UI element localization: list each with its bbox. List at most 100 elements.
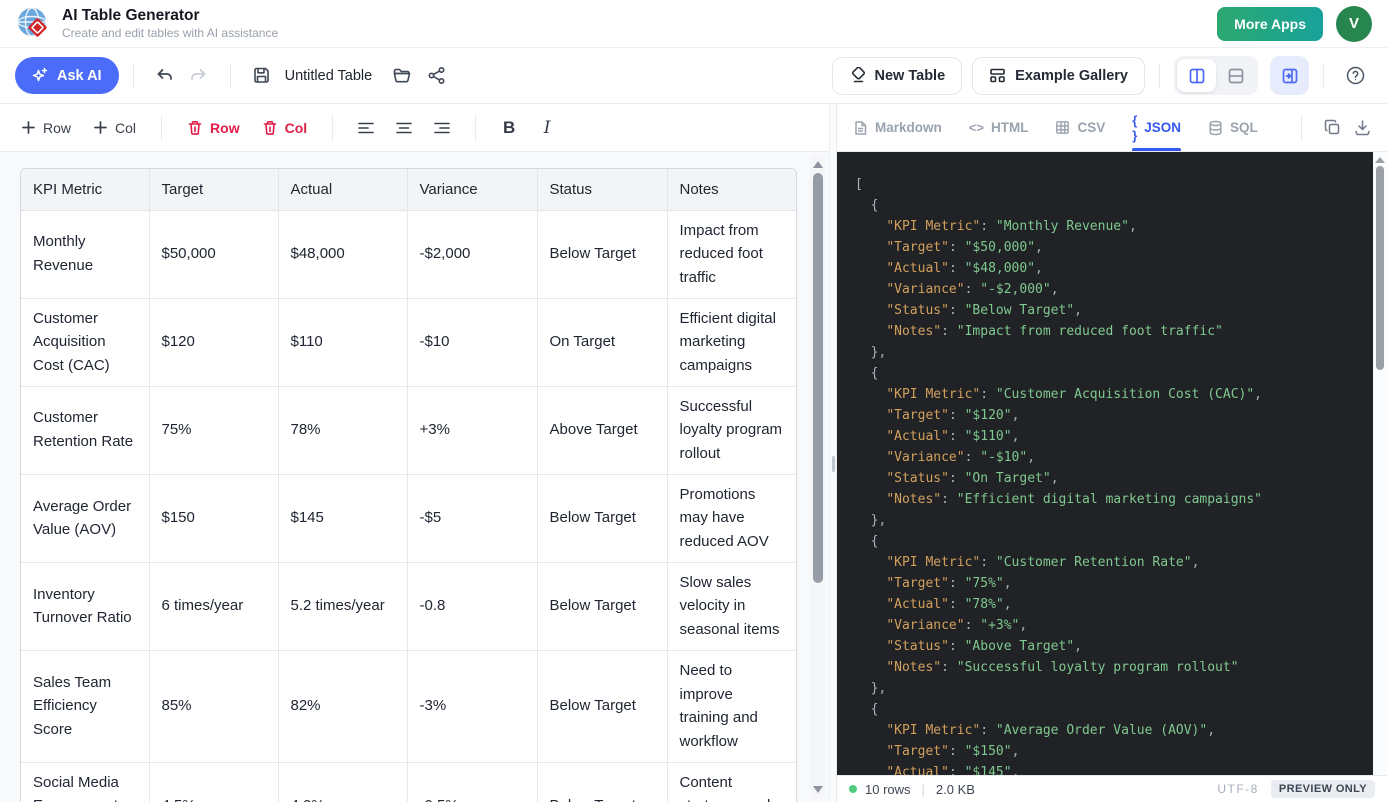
table-cell[interactable]: On Target [537,298,667,386]
table-cell[interactable]: Customer Retention Rate [21,386,149,474]
row-count: 10 rows [865,782,911,797]
column-header[interactable]: Target [149,169,278,210]
table-cell[interactable]: -$2,000 [407,210,537,298]
copy-button[interactable] [1318,113,1348,143]
table-cell[interactable]: -0.8 [407,562,537,650]
status-right-group: UTF-8 PREVIEW ONLY [1217,780,1375,798]
table-cell[interactable]: Below Target [537,562,667,650]
user-avatar[interactable]: V [1336,6,1372,42]
example-gallery-button[interactable]: Example Gallery [972,57,1145,95]
code-line: }, [855,342,1357,363]
app-title-block: AI Table Generator Create and edit table… [62,7,278,41]
table-cell[interactable]: 4.5% [149,762,278,802]
italic-button[interactable]: I [528,111,566,145]
table-cell[interactable]: Below Target [537,474,667,562]
table-cell[interactable]: $50,000 [149,210,278,298]
table-cell[interactable]: +3% [407,386,537,474]
tab-html[interactable]: <> HTML [969,104,1029,151]
table-cell[interactable]: Average Order Value (AOV) [21,474,149,562]
table-cell[interactable]: Social Media Engagement Rate [21,762,149,802]
download-button[interactable] [1348,113,1378,143]
column-header[interactable]: KPI Metric [21,169,149,210]
delete-row-button[interactable]: Row [176,114,251,142]
json-code: [ { "KPI Metric": "Monthly Revenue", "Ta… [855,174,1357,775]
add-col-button[interactable]: Col [82,114,147,142]
code-line: "KPI Metric": "Average Order Value (AOV)… [855,720,1357,741]
split-vertical-toggle[interactable] [1177,59,1216,92]
app-subtitle: Create and edit tables with AI assistanc… [62,26,278,40]
table-cell[interactable]: Sales Team Efficiency Score [21,650,149,762]
table-cell[interactable]: Above Target [537,386,667,474]
align-left-button[interactable] [347,111,385,145]
table-cell[interactable]: $120 [149,298,278,386]
tab-markdown[interactable]: Markdown [853,104,942,151]
table-cell[interactable]: Need to improve training and workflow [667,650,797,762]
table-cell[interactable]: -$5 [407,474,537,562]
table-cell[interactable]: Efficient digital marketing campaigns [667,298,797,386]
code-line: { [855,699,1357,720]
column-header[interactable]: Status [537,169,667,210]
table-cell[interactable]: $110 [278,298,407,386]
scroll-down-arrow[interactable] [813,786,823,793]
collapse-panel-button[interactable] [1270,56,1309,95]
table-cell[interactable]: Below Target [537,650,667,762]
table-cell[interactable]: Promotions may have reduced AOV [667,474,797,562]
split-horizontal-toggle[interactable] [1216,59,1255,92]
scroll-up-arrow[interactable] [1375,157,1385,163]
table-editor-panel: Row Col Row [0,104,829,802]
column-header[interactable]: Actual [278,169,407,210]
code-line: "Variance": "-$10", [855,447,1357,468]
table-cell[interactable]: $150 [149,474,278,562]
more-apps-button[interactable]: More Apps [1217,7,1323,41]
open-folder-button[interactable] [385,59,419,93]
table-cell[interactable]: Customer Acquisition Cost (CAC) [21,298,149,386]
table-cell[interactable]: Inventory Turnover Ratio [21,562,149,650]
table-cell[interactable]: 82% [278,650,407,762]
table-cell[interactable]: -0.5% [407,762,537,802]
table-row: Inventory Turnover Ratio6 times/year5.2 … [21,562,797,650]
tab-csv[interactable]: CSV [1055,104,1105,151]
table-cell[interactable]: -3% [407,650,537,762]
table-cell[interactable]: 78% [278,386,407,474]
tab-sql[interactable]: SQL [1208,104,1258,151]
table-cell[interactable]: $48,000 [278,210,407,298]
align-right-button[interactable] [423,111,461,145]
share-icon-button[interactable] [419,59,453,93]
table-cell[interactable]: Content strategy needs refinement [667,762,797,802]
ask-ai-button[interactable]: Ask AI [15,57,119,94]
table-cell[interactable]: Impact from reduced foot traffic [667,210,797,298]
redo-button[interactable] [182,59,216,93]
app-title: AI Table Generator [62,7,278,25]
save-icon-button[interactable] [245,59,279,93]
table-cell[interactable]: 5.2 times/year [278,562,407,650]
table-cell[interactable]: -$10 [407,298,537,386]
table-cell[interactable]: 75% [149,386,278,474]
table-cell[interactable]: Below Target [537,762,667,802]
code-line: "KPI Metric": "Customer Retention Rate", [855,552,1357,573]
table-cell[interactable]: 85% [149,650,278,762]
scrollbar-thumb[interactable] [813,173,823,583]
scroll-up-arrow[interactable] [813,161,823,168]
table-cell[interactable]: Successful loyalty program rollout [667,386,797,474]
document-title[interactable]: Untitled Table [285,68,373,84]
table-cell[interactable]: 4.0% [278,762,407,802]
scrollbar-thumb[interactable] [1376,166,1384,370]
align-center-button[interactable] [385,111,423,145]
undo-button[interactable] [148,59,182,93]
bold-button[interactable]: B [490,111,528,145]
app-window: AI Table Generator Create and edit table… [0,0,1387,802]
table-cell[interactable]: 6 times/year [149,562,278,650]
help-button[interactable] [1338,59,1372,93]
table-cell[interactable]: $145 [278,474,407,562]
table-cell[interactable]: Monthly Revenue [21,210,149,298]
table-cell[interactable]: Slow sales velocity in seasonal items [667,562,797,650]
tab-json[interactable]: { } JSON [1132,104,1181,151]
add-row-button[interactable]: Row [10,114,82,142]
table-cell[interactable]: Below Target [537,210,667,298]
column-header[interactable]: Variance [407,169,537,210]
delete-col-button[interactable]: Col [251,114,319,142]
new-table-button[interactable]: New Table [832,57,963,95]
column-header[interactable]: Notes [667,169,797,210]
panel-resize-handle[interactable] [829,104,837,802]
table-row: Sales Team Efficiency Score85%82%-3%Belo… [21,650,797,762]
